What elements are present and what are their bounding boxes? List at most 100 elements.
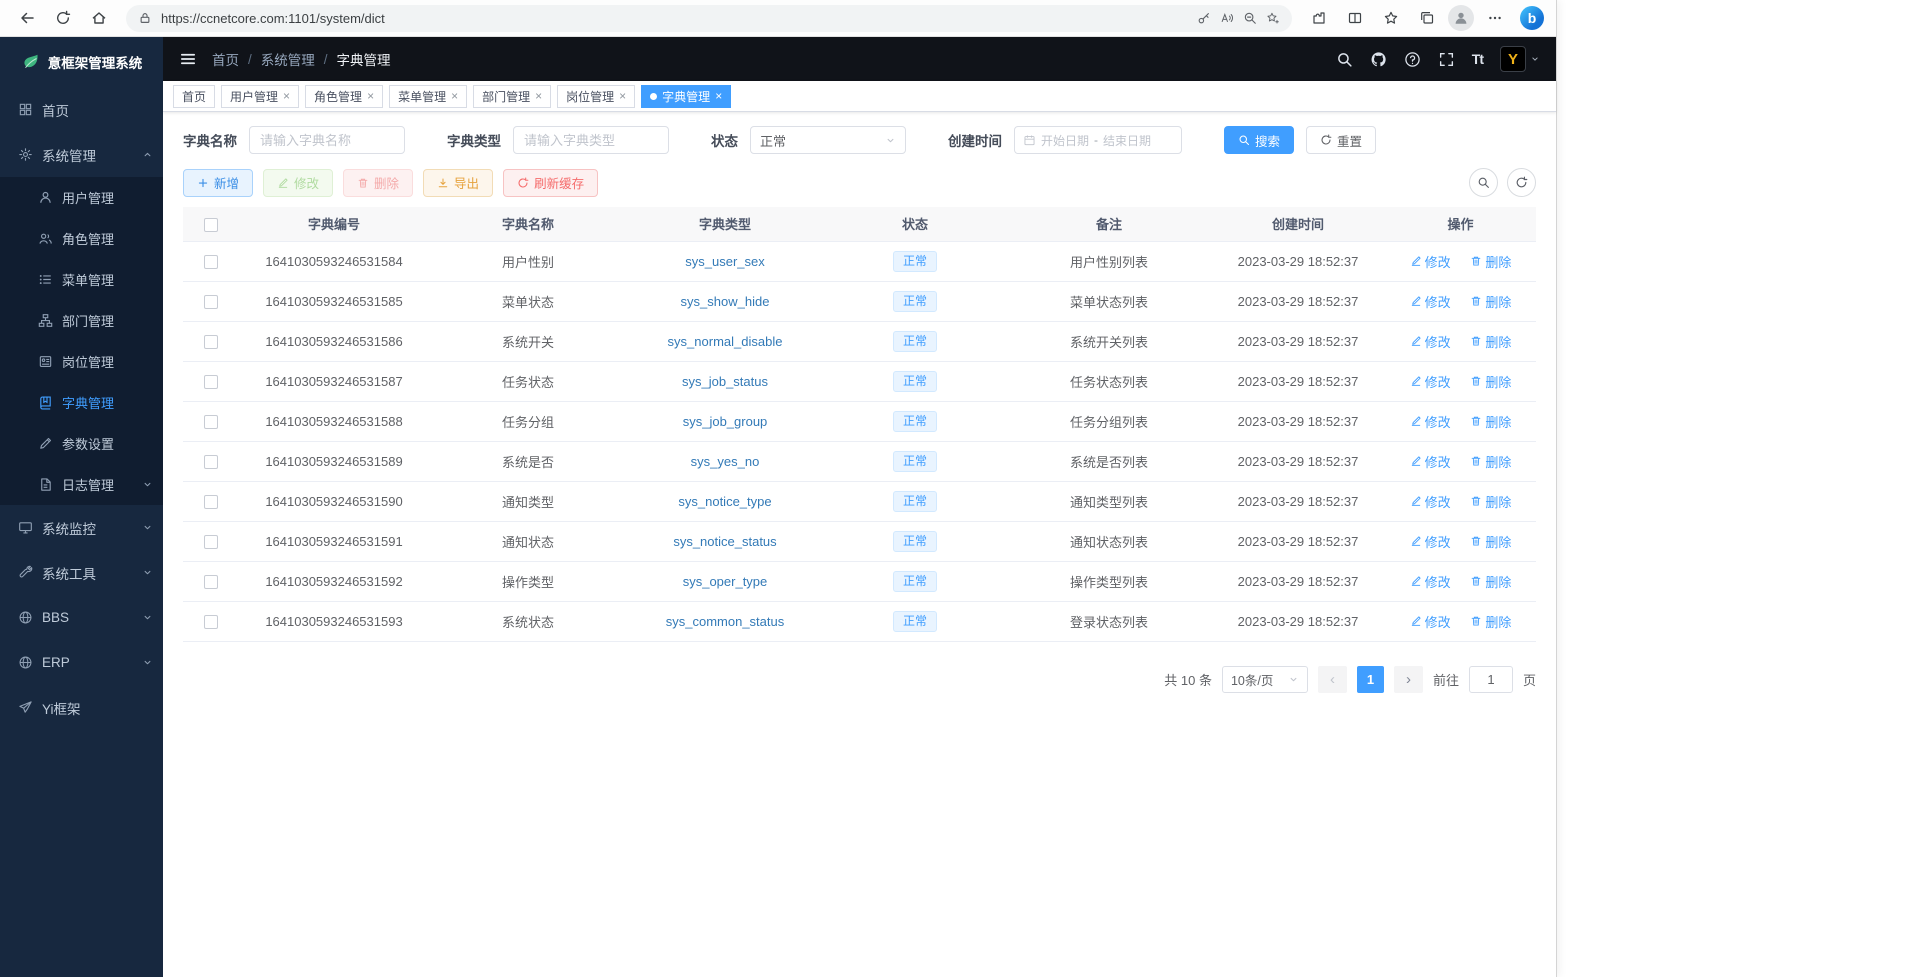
github-icon[interactable] <box>1370 51 1387 68</box>
row-checkbox[interactable] <box>204 415 218 429</box>
extensions-button[interactable] <box>1304 4 1334 32</box>
row-edit-button[interactable]: 修改 <box>1410 612 1451 631</box>
zoom-out-icon[interactable] <box>1243 11 1257 25</box>
hamburger-icon[interactable] <box>179 50 197 68</box>
add-button[interactable]: 新增 <box>183 169 253 197</box>
close-icon[interactable]: × <box>535 90 542 102</box>
sidebar-item-log-mgmt[interactable]: 日志管理 <box>0 464 163 505</box>
bing-sidebar-icon[interactable]: b <box>1520 6 1544 30</box>
edit-button[interactable]: 修改 <box>263 169 333 197</box>
breadcrumb-system[interactable]: 系统管理 <box>261 49 315 69</box>
export-button[interactable]: 导出 <box>423 169 493 197</box>
row-delete-button[interactable]: 删除 <box>1470 452 1511 471</box>
sidebar-item-user-mgmt[interactable]: 用户管理 <box>0 177 163 218</box>
close-icon[interactable]: × <box>451 90 458 102</box>
tab-dict-mgmt[interactable]: 字典管理 × <box>641 85 731 108</box>
row-delete-button[interactable]: 删除 <box>1470 252 1511 271</box>
sidebar-item-menu-mgmt[interactable]: 菜单管理 <box>0 259 163 300</box>
tab-home[interactable]: 首页 <box>173 85 215 108</box>
dict-name-input[interactable] <box>249 126 405 154</box>
sidebar-item-bbs[interactable]: BBS <box>0 595 163 640</box>
sidebar-item-system-mgmt[interactable]: 系统管理 <box>0 132 163 177</box>
next-page-button[interactable]: › <box>1394 666 1423 693</box>
dict-type-link[interactable]: sys_oper_type <box>683 574 768 589</box>
row-checkbox[interactable] <box>204 495 218 509</box>
close-icon[interactable]: × <box>283 90 290 102</box>
search-icon[interactable] <box>1336 51 1353 68</box>
row-edit-button[interactable]: 修改 <box>1410 332 1451 351</box>
row-checkbox[interactable] <box>204 295 218 309</box>
browser-menu-button[interactable] <box>1480 4 1510 32</box>
dict-type-link[interactable]: sys_notice_status <box>673 534 776 549</box>
favorites-button[interactable] <box>1376 4 1406 32</box>
split-screen-button[interactable] <box>1340 4 1370 32</box>
font-size-icon[interactable]: Tt <box>1472 51 1483 67</box>
search-button[interactable]: 搜索 <box>1224 126 1294 154</box>
row-edit-button[interactable]: 修改 <box>1410 572 1451 591</box>
sidebar-item-role-mgmt[interactable]: 角色管理 <box>0 218 163 259</box>
dict-type-link[interactable]: sys_job_group <box>683 414 768 429</box>
row-edit-button[interactable]: 修改 <box>1410 452 1451 471</box>
goto-page-input[interactable] <box>1469 666 1513 693</box>
row-delete-button[interactable]: 删除 <box>1470 372 1511 391</box>
help-icon[interactable] <box>1404 51 1421 68</box>
sidebar-item-dept-mgmt[interactable]: 部门管理 <box>0 300 163 341</box>
sidebar-item-dict-mgmt[interactable]: 字典管理 <box>0 382 163 423</box>
sidebar-item-param-settings[interactable]: 参数设置 <box>0 423 163 464</box>
page-size-select[interactable]: 10条/页 <box>1222 666 1308 693</box>
dict-type-link[interactable]: sys_notice_type <box>678 494 771 509</box>
current-page[interactable]: 1 <box>1357 666 1384 693</box>
key-icon[interactable] <box>1197 11 1211 25</box>
sidebar-item-yi-framework[interactable]: Yi框架 <box>0 685 163 730</box>
refresh-table-button[interactable] <box>1507 168 1536 197</box>
sidebar-item-home[interactable]: 首页 <box>0 87 163 132</box>
select-all-checkbox[interactable] <box>204 218 218 232</box>
sidebar-item-system-monitor[interactable]: 系统监控 <box>0 505 163 550</box>
dict-type-link[interactable]: sys_job_status <box>682 374 768 389</box>
row-delete-button[interactable]: 删除 <box>1470 612 1511 631</box>
row-delete-button[interactable]: 删除 <box>1470 412 1511 431</box>
reset-button[interactable]: 重置 <box>1306 126 1376 154</box>
user-menu[interactable]: Y <box>1500 46 1540 72</box>
row-checkbox[interactable] <box>204 535 218 549</box>
collections-button[interactable] <box>1412 4 1442 32</box>
browser-home-button[interactable] <box>84 4 114 32</box>
prev-page-button[interactable]: ‹ <box>1318 666 1347 693</box>
dict-type-link[interactable]: sys_normal_disable <box>668 334 783 349</box>
dict-type-link[interactable]: sys_show_hide <box>681 294 770 309</box>
dict-type-link[interactable]: sys_common_status <box>666 614 785 629</box>
row-checkbox[interactable] <box>204 455 218 469</box>
row-edit-button[interactable]: 修改 <box>1410 412 1451 431</box>
row-checkbox[interactable] <box>204 575 218 589</box>
date-range-picker[interactable]: 开始日期 - 结束日期 <box>1014 126 1182 154</box>
row-checkbox[interactable] <box>204 615 218 629</box>
close-icon[interactable]: × <box>715 90 722 102</box>
toggle-search-button[interactable] <box>1469 168 1498 197</box>
row-checkbox[interactable] <box>204 255 218 269</box>
row-checkbox[interactable] <box>204 335 218 349</box>
browser-back-button[interactable] <box>12 4 42 32</box>
row-delete-button[interactable]: 删除 <box>1470 292 1511 311</box>
profile-avatar[interactable] <box>1448 5 1474 31</box>
tab-dept-mgmt[interactable]: 部门管理 × <box>473 85 551 108</box>
tab-user-mgmt[interactable]: 用户管理 × <box>221 85 299 108</box>
row-edit-button[interactable]: 修改 <box>1410 292 1451 311</box>
row-edit-button[interactable]: 修改 <box>1410 532 1451 551</box>
sidebar-item-erp[interactable]: ERP <box>0 640 163 685</box>
row-delete-button[interactable]: 删除 <box>1470 572 1511 591</box>
row-edit-button[interactable]: 修改 <box>1410 252 1451 271</box>
dict-type-link[interactable]: sys_yes_no <box>691 454 760 469</box>
row-edit-button[interactable]: 修改 <box>1410 492 1451 511</box>
row-delete-button[interactable]: 删除 <box>1470 492 1511 511</box>
breadcrumb-home[interactable]: 首页 <box>212 49 239 69</box>
sidebar-item-system-tools[interactable]: 系统工具 <box>0 550 163 595</box>
status-select[interactable]: 正常 <box>750 126 906 154</box>
app-logo[interactable]: 意框架管理系统 <box>0 37 163 87</box>
delete-button[interactable]: 删除 <box>343 169 413 197</box>
tab-post-mgmt[interactable]: 岗位管理 × <box>557 85 635 108</box>
address-bar[interactable]: https://ccnetcore.com:1101/system/dict <box>126 5 1292 32</box>
refresh-cache-button[interactable]: 刷新缓存 <box>503 169 598 197</box>
row-checkbox[interactable] <box>204 375 218 389</box>
row-delete-button[interactable]: 删除 <box>1470 332 1511 351</box>
row-delete-button[interactable]: 删除 <box>1470 532 1511 551</box>
